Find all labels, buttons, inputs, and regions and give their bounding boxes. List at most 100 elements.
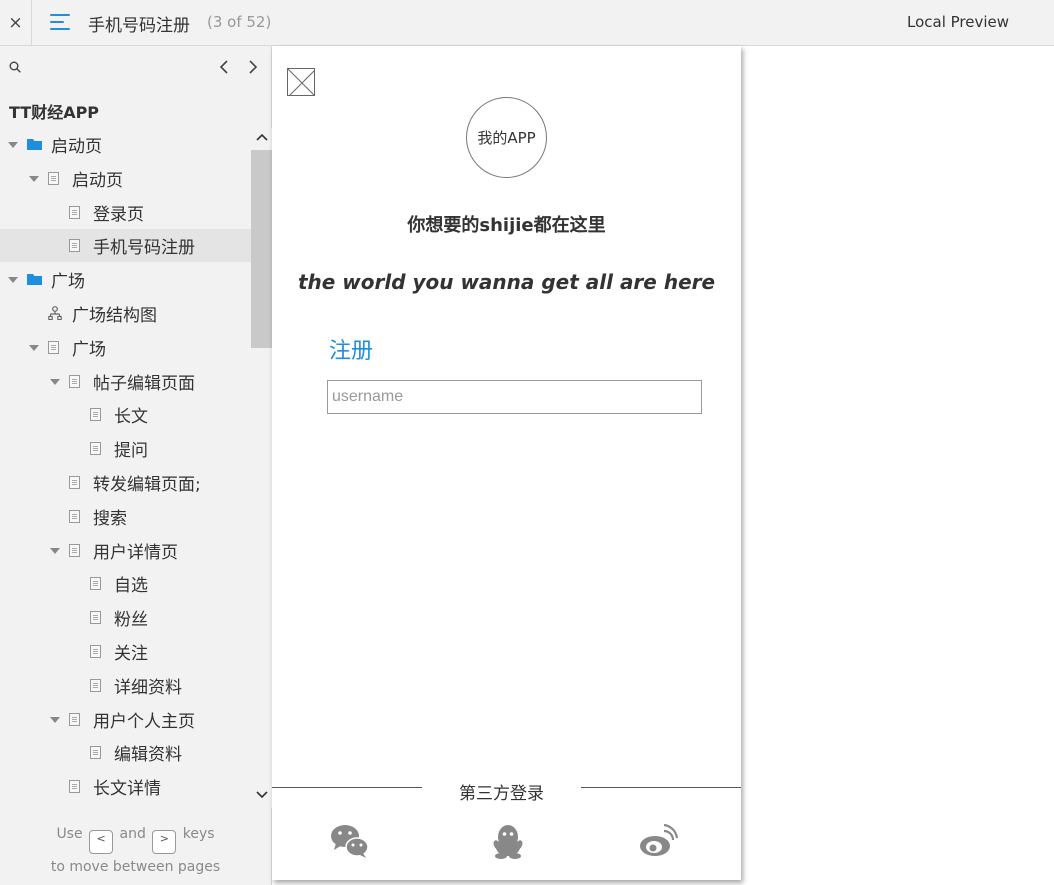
sidebar-item-label: 搜索 bbox=[93, 508, 127, 529]
page-icon bbox=[90, 678, 101, 692]
page-tree: 启动页 启动页 登录页 手机号码注册 广场 广场结构图 广场 帖子编辑页面 长文 提问 转发编辑页面… bbox=[0, 128, 251, 808]
tagline-english: the world you wanna get all are here bbox=[297, 270, 716, 294]
expand-toggle-icon[interactable] bbox=[8, 140, 18, 150]
sidebar-item[interactable]: 详细资料 bbox=[0, 669, 251, 702]
scrollbar-thumb[interactable] bbox=[251, 150, 272, 348]
keyboard-hint: Use < and > keys to move between pages bbox=[0, 821, 271, 880]
username-input[interactable] bbox=[327, 380, 702, 414]
image-placeholder-icon bbox=[287, 68, 315, 96]
chevron-down-icon bbox=[255, 791, 268, 799]
hint-and: and bbox=[119, 826, 146, 842]
page-icon bbox=[69, 543, 80, 557]
third-party-login-label: 第三方登录 bbox=[459, 784, 544, 804]
page-icon bbox=[69, 509, 80, 523]
folder-icon bbox=[27, 139, 42, 150]
divider-right bbox=[581, 787, 741, 788]
sidebar: TT财经APP 启动页 启动页 登录页 手机号码注册 广场 广场结构图 广场 帖子编辑页面 长文… bbox=[0, 46, 272, 885]
sidebar-item-label: 自选 bbox=[114, 576, 148, 597]
sidebar-item-label: 提问 bbox=[114, 441, 148, 462]
page-icon bbox=[90, 746, 101, 760]
expand-toggle-icon[interactable] bbox=[8, 275, 18, 285]
qq-icon[interactable] bbox=[488, 823, 528, 859]
page-icon bbox=[69, 374, 80, 388]
close-button[interactable]: × bbox=[0, 0, 32, 45]
sidebar-item[interactable]: 手机号码注册 bbox=[0, 229, 251, 263]
chevron-left-icon bbox=[219, 60, 228, 74]
page-icon bbox=[90, 408, 101, 422]
sidebar-item-label: 长文 bbox=[114, 407, 148, 428]
sidebar-item[interactable]: 搜索 bbox=[0, 500, 251, 533]
sidebar-item[interactable]: 长文详情 bbox=[0, 770, 251, 803]
expand-toggle-icon[interactable] bbox=[29, 174, 39, 184]
sidebar-item-label: 广场 bbox=[51, 272, 85, 293]
sidebar-item-label: 帖子编辑页面 bbox=[93, 373, 195, 394]
project-title: TT财经APP bbox=[9, 103, 100, 122]
expand-toggle-icon[interactable] bbox=[50, 377, 60, 387]
sidebar-item[interactable]: 登录页 bbox=[0, 196, 251, 229]
sidebar-item-label: 关注 bbox=[114, 644, 148, 664]
sidebar-item[interactable]: 广场 bbox=[0, 263, 251, 296]
sidebar-item[interactable]: 粉丝 bbox=[0, 601, 251, 634]
register-heading: 注册 bbox=[329, 339, 374, 364]
sidebar-item-label: 用户个人主页 bbox=[93, 711, 195, 732]
expand-toggle-icon[interactable] bbox=[29, 343, 39, 353]
page-title: 手机号码注册 bbox=[88, 16, 190, 36]
sidebar-item-label: 启动页 bbox=[51, 137, 102, 157]
expand-toggle-icon[interactable] bbox=[50, 715, 60, 725]
folder-icon bbox=[27, 274, 42, 286]
sidebar-item[interactable]: 提问 bbox=[0, 432, 251, 465]
sidebar-item[interactable]: 用户详情页 bbox=[0, 534, 251, 567]
sidebar-item-label: 启动页 bbox=[72, 170, 123, 191]
page-count: (3 of 52) bbox=[207, 13, 272, 31]
chevron-right-icon bbox=[249, 60, 258, 74]
sidebar-item[interactable]: 用户个人主页 bbox=[0, 703, 251, 736]
phone-preview: 我的APP 你想要的shijie都在这里 the world you wanna… bbox=[272, 46, 741, 880]
sidebar-item-label: 登录页 bbox=[93, 204, 144, 225]
hint-keys: keys bbox=[182, 826, 215, 842]
flowchart-icon bbox=[48, 306, 62, 320]
sidebar-item[interactable]: 启动页 bbox=[0, 128, 251, 161]
app-logo: 我的APP bbox=[466, 97, 547, 178]
weibo-icon[interactable] bbox=[638, 823, 679, 859]
prev-page-button[interactable] bbox=[216, 57, 232, 77]
wechat-icon[interactable] bbox=[330, 823, 370, 859]
sidebar-item[interactable]: 编辑资料 bbox=[0, 736, 251, 769]
page-icon bbox=[69, 205, 80, 219]
hint-line2: to move between pages bbox=[50, 859, 221, 875]
scroll-up-button[interactable] bbox=[251, 128, 272, 146]
sidebar-item[interactable]: 广场 bbox=[0, 331, 251, 364]
sidebar-item-label: 详细资料 bbox=[114, 677, 182, 698]
page-icon bbox=[90, 577, 101, 591]
sidebar-item[interactable]: 关注 bbox=[0, 635, 251, 668]
page-icon bbox=[48, 340, 59, 354]
scroll-down-button[interactable] bbox=[251, 786, 272, 804]
search-icon[interactable] bbox=[9, 61, 21, 73]
sidebar-item-label: 长文详情 bbox=[93, 779, 161, 800]
chevron-up-icon bbox=[255, 133, 268, 141]
expand-toggle-icon[interactable] bbox=[50, 546, 60, 556]
page-icon bbox=[90, 442, 101, 456]
sidebar-item[interactable]: 广场结构图 bbox=[0, 297, 251, 330]
sidebar-item-label: 用户详情页 bbox=[93, 542, 178, 563]
page-icon bbox=[90, 611, 101, 625]
page-icon bbox=[69, 780, 80, 794]
page-icon bbox=[90, 645, 101, 658]
top-bar: × 手机号码注册 (3 of 52) Local Preview bbox=[0, 0, 1054, 46]
divider-left bbox=[272, 787, 422, 788]
menu-icon[interactable] bbox=[50, 14, 72, 32]
sidebar-item[interactable]: 转发编辑页面; bbox=[0, 466, 251, 499]
sidebar-item[interactable]: 自选 bbox=[0, 567, 251, 600]
sidebar-item[interactable]: 帖子编辑页面 bbox=[0, 365, 251, 398]
sidebar-item-label: 粉丝 bbox=[114, 610, 148, 631]
page-icon bbox=[69, 239, 80, 253]
tagline-chinese: 你想要的shijie都在这里 bbox=[407, 215, 606, 236]
local-preview-button[interactable]: Local Preview bbox=[907, 13, 1009, 31]
page-icon bbox=[48, 171, 59, 185]
sidebar-item[interactable]: 长文 bbox=[0, 398, 251, 431]
next-page-button[interactable] bbox=[245, 57, 261, 77]
sidebar-item-label: 转发编辑页面; bbox=[93, 475, 201, 495]
sidebar-item-label: 广场结构图 bbox=[72, 306, 157, 326]
sidebar-item-label: 手机号码注册 bbox=[93, 238, 195, 259]
sidebar-item[interactable]: 启动页 bbox=[0, 162, 251, 195]
hint-use: Use bbox=[56, 826, 83, 842]
